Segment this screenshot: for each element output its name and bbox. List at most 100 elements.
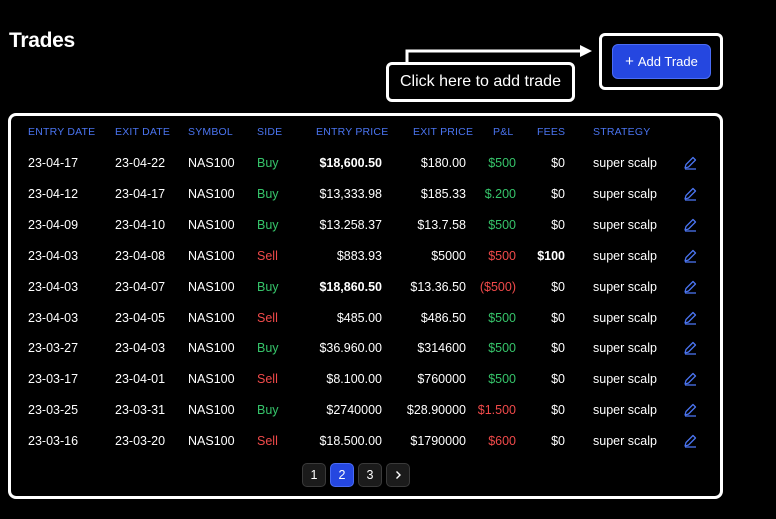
cell-entry-date: 23-03-25 (28, 403, 79, 418)
pencil-icon[interactable] (683, 280, 697, 294)
cell-pnl: $500 (488, 341, 516, 356)
cell-entry-price: $18,600.50 (319, 156, 382, 170)
cell-entry-price: $883.93 (336, 248, 382, 263)
cell-exit-date: 23-03-31 (115, 403, 166, 418)
cell-exit-price: $486.50 (420, 310, 466, 325)
cell-fees: $0 (551, 341, 565, 356)
cell-exit-price: $1790000 (410, 434, 466, 449)
cell-exit-date: 23-04-07 (115, 279, 166, 294)
cell-pnl: $500 (488, 248, 516, 263)
cell-symbol: NAS100 (188, 186, 235, 201)
cell-strategy: super scalp (593, 372, 657, 387)
pencil-icon[interactable] (683, 156, 697, 170)
column-header-fees: FEES (537, 126, 566, 138)
cell-pnl: ($500) (479, 279, 516, 294)
cell-symbol: NAS100 (188, 310, 235, 325)
cell-entry-price: $18,860.50 (319, 279, 382, 294)
cell-side: Buy (257, 156, 279, 170)
column-header-exit-date: EXIT DATE (115, 126, 171, 138)
cell-strategy: super scalp (593, 341, 657, 356)
cell-entry-price: $2740000 (326, 403, 382, 418)
cell-strategy: super scalp (593, 186, 657, 201)
cell-exit-price: $13.7.58 (417, 217, 466, 232)
cell-symbol: NAS100 (188, 248, 235, 263)
cell-fees: $0 (551, 156, 565, 170)
cell-pnl: $500 (488, 372, 516, 387)
cell-symbol: NAS100 (188, 372, 235, 387)
cell-fees: $0 (551, 403, 565, 418)
cell-side: Buy (257, 279, 279, 294)
cell-side: Sell (257, 434, 278, 449)
cell-side: Sell (257, 372, 278, 387)
cell-entry-date: 23-03-16 (28, 434, 79, 449)
cell-pnl: $.200 (484, 186, 516, 201)
cell-side: Sell (257, 310, 278, 325)
cell-entry-price: $13,333.98 (319, 186, 382, 201)
cell-exit-date: 23-04-17 (115, 186, 166, 201)
next-page-button[interactable] (386, 463, 410, 487)
page-button-3[interactable]: 3 (358, 463, 382, 487)
cell-exit-price: $760000 (417, 372, 466, 387)
cell-exit-date: 23-04-22 (115, 156, 166, 170)
cell-entry-price: $13.258.37 (319, 217, 382, 232)
column-header-symbol: SYMBOL (188, 126, 233, 138)
column-header-pnl: P&L (493, 126, 514, 138)
cell-exit-date: 23-04-05 (115, 310, 166, 325)
cell-entry-date: 23-03-17 (28, 372, 79, 387)
cell-entry-price: $485.00 (336, 310, 382, 325)
cell-side: Sell (257, 248, 278, 263)
pencil-icon[interactable] (683, 341, 697, 356)
cell-entry-date: 23-03-27 (28, 341, 79, 356)
cell-side: Buy (257, 186, 279, 201)
cell-pnl: $500 (488, 156, 516, 170)
cell-strategy: super scalp (593, 279, 657, 294)
pencil-icon[interactable] (683, 187, 697, 201)
cell-exit-price: $314600 (417, 341, 466, 356)
cell-exit-price: $13.36.50 (410, 279, 466, 294)
cell-fees: $0 (551, 372, 565, 387)
page-button-2[interactable]: 2 (330, 463, 354, 487)
add-trade-button[interactable]: + Add Trade (612, 44, 711, 79)
cell-entry-date: 23-04-03 (28, 310, 79, 325)
cell-entry-date: 23-04-09 (28, 217, 79, 232)
pencil-icon[interactable] (683, 249, 697, 263)
cell-fees: $0 (551, 279, 565, 294)
cell-exit-date: 23-04-10 (115, 217, 166, 232)
trades-page: Trades + Add Trade Click here to add tra… (0, 0, 776, 519)
cell-fees: $0 (551, 186, 565, 201)
cell-strategy: super scalp (593, 217, 657, 232)
cell-fees: $0 (551, 217, 565, 232)
column-header-strategy: STRATEGY (593, 126, 651, 138)
column-header-exit-price: EXIT PRICE (413, 126, 474, 138)
pencil-icon[interactable] (683, 372, 697, 386)
cell-exit-price: $5000 (431, 248, 466, 263)
cell-entry-date: 23-04-17 (28, 156, 79, 170)
cell-strategy: super scalp (593, 310, 657, 325)
cell-symbol: NAS100 (188, 156, 235, 170)
pencil-icon[interactable] (683, 403, 697, 417)
cell-strategy: super scalp (593, 403, 657, 418)
pencil-icon[interactable] (683, 218, 697, 232)
pencil-icon[interactable] (683, 434, 697, 448)
column-header-entry-price: ENTRY PRICE (316, 126, 389, 138)
cell-strategy: super scalp (593, 248, 657, 263)
cell-exit-price: $180.00 (420, 156, 466, 170)
cell-symbol: NAS100 (188, 279, 235, 294)
cell-entry-date: 23-04-12 (28, 186, 79, 201)
page-title: Trades (9, 29, 75, 52)
cell-pnl: $500 (488, 217, 516, 232)
pencil-icon[interactable] (683, 311, 697, 325)
cell-side: Buy (257, 217, 279, 232)
cell-symbol: NAS100 (188, 434, 235, 449)
column-header-entry-date: ENTRY DATE (28, 126, 96, 138)
cell-pnl: $1.500 (477, 403, 516, 418)
cell-symbol: NAS100 (188, 341, 235, 356)
cell-exit-date: 23-03-20 (115, 434, 166, 449)
plus-icon: + (625, 53, 634, 70)
cell-symbol: NAS100 (188, 217, 235, 232)
cell-entry-price: $36.960.00 (319, 341, 382, 356)
page-button-1[interactable]: 1 (302, 463, 326, 487)
hint-text: Click here to add trade (400, 73, 561, 90)
cell-fees: $0 (551, 434, 565, 449)
cell-side: Buy (257, 403, 279, 418)
